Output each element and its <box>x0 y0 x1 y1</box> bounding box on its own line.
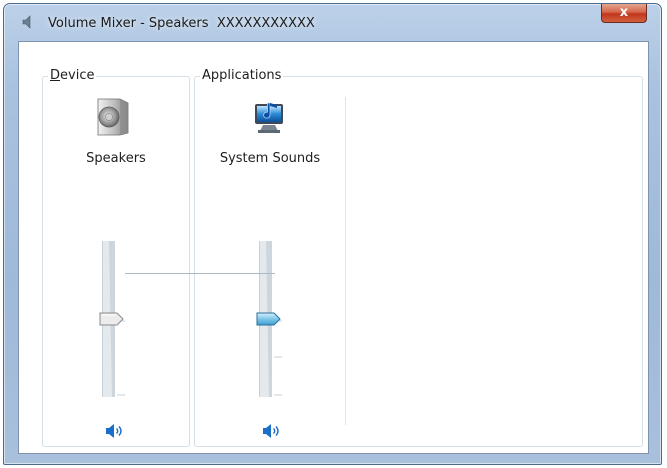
device-volume-slider[interactable] <box>99 241 133 397</box>
device-group: Device Speakers <box>42 68 190 447</box>
device-volume-thumb[interactable] <box>99 312 125 326</box>
window-title: Volume Mixer - Speakers XXXXXXXXXXX <box>48 16 315 31</box>
speaker-icon[interactable] <box>94 97 130 137</box>
applications-group: Applications System Sounds <box>194 68 643 447</box>
device-channel-name: Speakers <box>86 151 146 166</box>
device-group-label: Device <box>48 68 97 84</box>
app-mute-button[interactable] <box>259 421 283 441</box>
applications-group-label: Applications <box>200 68 284 84</box>
device-mute-button[interactable] <box>102 421 126 441</box>
mixer-panel: Device Speakers Applications System Soun… <box>18 41 649 454</box>
device-name-suffix: XXXXXXXXXXX <box>216 16 315 31</box>
volume-link-line <box>125 273 275 274</box>
title-bar[interactable]: Volume Mixer - Speakers XXXXXXXXXXX x <box>4 4 661 40</box>
app-channel-name: System Sounds <box>219 151 321 166</box>
system-sounds-icon[interactable] <box>249 99 289 137</box>
volume-mixer-icon <box>22 15 31 29</box>
app-volume-thumb[interactable] <box>256 312 282 326</box>
volume-mixer-window: Volume Mixer - Speakers XXXXXXXXXXX x De… <box>3 3 662 465</box>
close-button[interactable]: x <box>601 4 647 23</box>
applications-separator <box>345 97 346 425</box>
app-volume-slider[interactable] <box>256 241 290 397</box>
